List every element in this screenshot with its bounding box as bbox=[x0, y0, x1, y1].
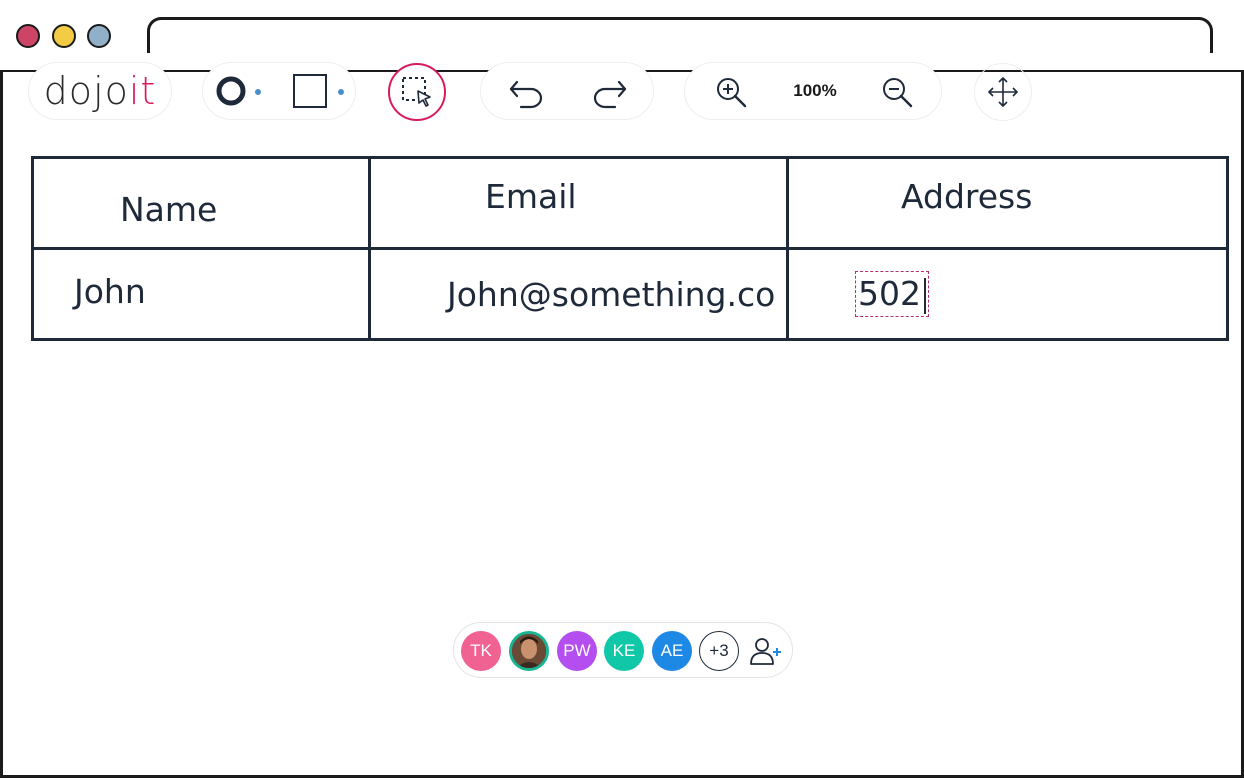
window-left-border bbox=[0, 70, 3, 776]
table-header-row: Name Email Address bbox=[31, 156, 1229, 250]
square-shape-icon bbox=[293, 74, 344, 108]
window-bottom-border bbox=[0, 775, 1244, 778]
avatar-ae[interactable]: AE bbox=[652, 631, 692, 671]
avatar-ke[interactable]: KE bbox=[604, 631, 644, 671]
text-caret bbox=[924, 277, 926, 314]
dojoit-logo: dojoit bbox=[43, 69, 157, 113]
add-user-button[interactable] bbox=[748, 635, 784, 667]
table-header-email[interactable]: Email bbox=[368, 156, 789, 250]
collaborators-bar: TK PW KE AE +3 bbox=[453, 622, 793, 678]
table-row: John John@something.co 502 bbox=[31, 247, 1229, 341]
move-icon bbox=[988, 77, 1018, 107]
undo-button[interactable] bbox=[503, 72, 551, 112]
history-tools-group bbox=[480, 62, 654, 120]
whiteboard-table[interactable]: Name Email Address John John@something.c… bbox=[31, 156, 1229, 341]
window-minimize-button[interactable] bbox=[52, 24, 76, 48]
logo-container: dojoit bbox=[28, 62, 172, 120]
user-photo-icon bbox=[512, 634, 546, 668]
zoom-level: 100% bbox=[793, 81, 837, 100]
window-close-button[interactable] bbox=[16, 24, 40, 48]
avatar-pw[interactable]: PW bbox=[557, 631, 597, 671]
undo-icon bbox=[509, 80, 543, 109]
circle-shape-icon bbox=[216, 76, 261, 106]
zoom-tools-group: 100% bbox=[684, 62, 942, 120]
zoom-out-icon bbox=[883, 78, 913, 108]
address-bar[interactable] bbox=[147, 17, 1213, 53]
table-cell-address[interactable]: 502 bbox=[786, 247, 1229, 341]
shape-tools-group bbox=[202, 62, 356, 120]
move-tool-button[interactable] bbox=[974, 63, 1032, 121]
circle-tool-button[interactable] bbox=[213, 73, 269, 109]
table-cell-name[interactable]: John bbox=[31, 247, 371, 341]
avatar-tk[interactable]: TK bbox=[461, 631, 501, 671]
table-cell-email[interactable]: John@something.co bbox=[368, 247, 789, 341]
zoom-in-icon bbox=[717, 78, 747, 108]
redo-icon bbox=[593, 80, 627, 109]
avatar-photo[interactable] bbox=[509, 631, 549, 671]
add-user-icon bbox=[750, 638, 781, 665]
more-collaborators-button[interactable]: +3 bbox=[699, 631, 739, 671]
table-header-name[interactable]: Name bbox=[31, 156, 371, 250]
square-tool-button[interactable] bbox=[289, 73, 349, 109]
zoom-in-button[interactable] bbox=[711, 73, 751, 111]
address-edit-text: 502 bbox=[858, 274, 921, 313]
address-edit-field[interactable]: 502 bbox=[855, 271, 929, 317]
window-maximize-button[interactable] bbox=[87, 24, 111, 48]
zoom-out-button[interactable] bbox=[877, 73, 917, 111]
redo-button[interactable] bbox=[585, 72, 633, 112]
select-tool-button[interactable] bbox=[388, 63, 446, 121]
marquee-select-icon bbox=[402, 77, 431, 107]
table-header-address[interactable]: Address bbox=[786, 156, 1229, 250]
